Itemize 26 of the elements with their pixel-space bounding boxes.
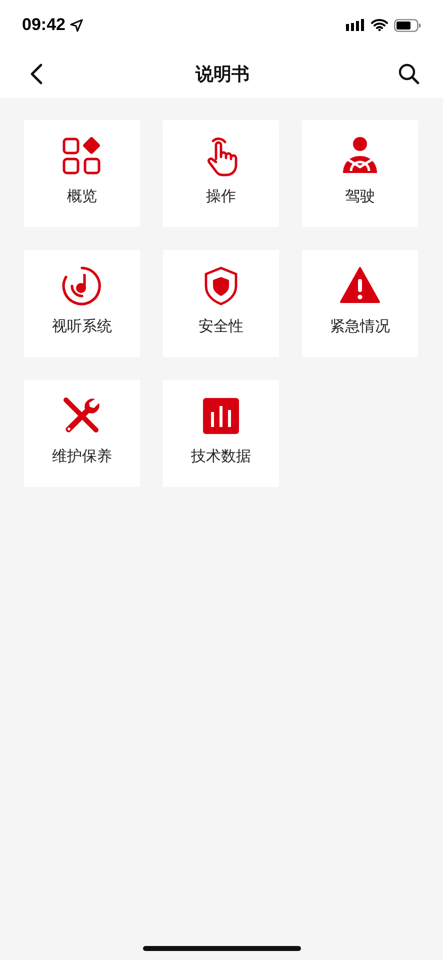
battery-icon bbox=[394, 18, 421, 32]
manual-section-card[interactable]: 操作 bbox=[163, 120, 279, 227]
section-label: 操作 bbox=[206, 187, 236, 206]
manual-section-card[interactable]: 视听系统 bbox=[24, 250, 140, 357]
section-label: 驾驶 bbox=[345, 187, 375, 206]
section-label: 维护保养 bbox=[52, 447, 112, 466]
section-label: 紧急情况 bbox=[330, 317, 390, 336]
signal-icon bbox=[346, 19, 365, 31]
page-title: 说明书 bbox=[196, 63, 250, 86]
manual-section-card[interactable]: 技术数据 bbox=[163, 380, 279, 487]
grid-icon bbox=[61, 135, 103, 177]
section-label: 视听系统 bbox=[52, 317, 112, 336]
search-button[interactable] bbox=[397, 62, 421, 86]
section-label: 技术数据 bbox=[191, 447, 251, 466]
music-disc-icon bbox=[61, 265, 103, 307]
manual-section-card[interactable]: 驾驶 bbox=[302, 120, 418, 227]
manual-section-card[interactable]: 安全性 bbox=[163, 250, 279, 357]
section-label: 概览 bbox=[67, 187, 97, 206]
bar-chart-icon bbox=[200, 395, 242, 437]
location-arrow-icon bbox=[70, 18, 84, 32]
manual-section-card[interactable]: 维护保养 bbox=[24, 380, 140, 487]
status-time: 09:42 bbox=[22, 15, 66, 35]
manual-section-card[interactable]: 紧急情况 bbox=[302, 250, 418, 357]
manual-section-card[interactable]: 概览 bbox=[24, 120, 140, 227]
wifi-icon bbox=[371, 19, 388, 31]
section-label: 安全性 bbox=[198, 317, 244, 336]
